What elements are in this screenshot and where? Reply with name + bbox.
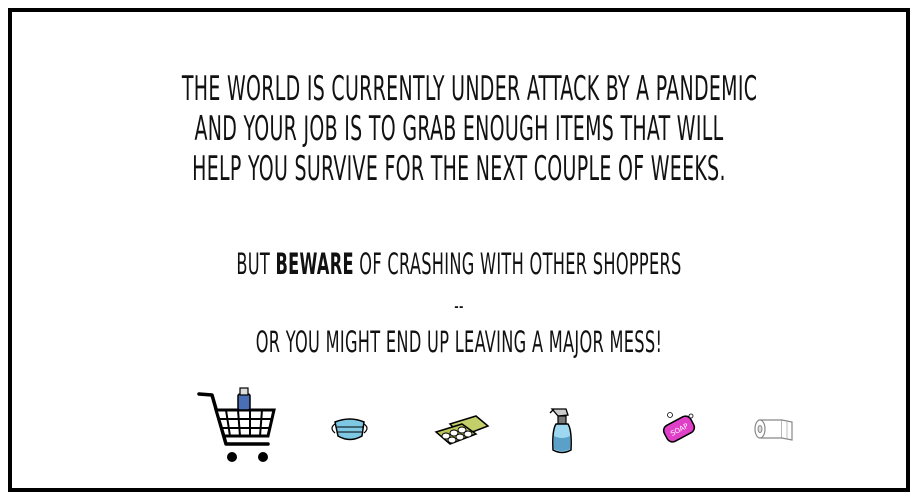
egg-carton-icon (434, 415, 490, 445)
face-mask-icon (331, 418, 368, 441)
toilet-paper-icon (754, 419, 793, 441)
instructions-panel: THE WORLD IS CURRENTLY UNDER ATTACK BY A… (8, 8, 910, 492)
soap-icon: SOAP (662, 412, 696, 443)
spray-bottle-icon (549, 408, 572, 454)
item-icons-row: SOAP (197, 387, 793, 462)
shopping-cart-icon (197, 387, 276, 462)
